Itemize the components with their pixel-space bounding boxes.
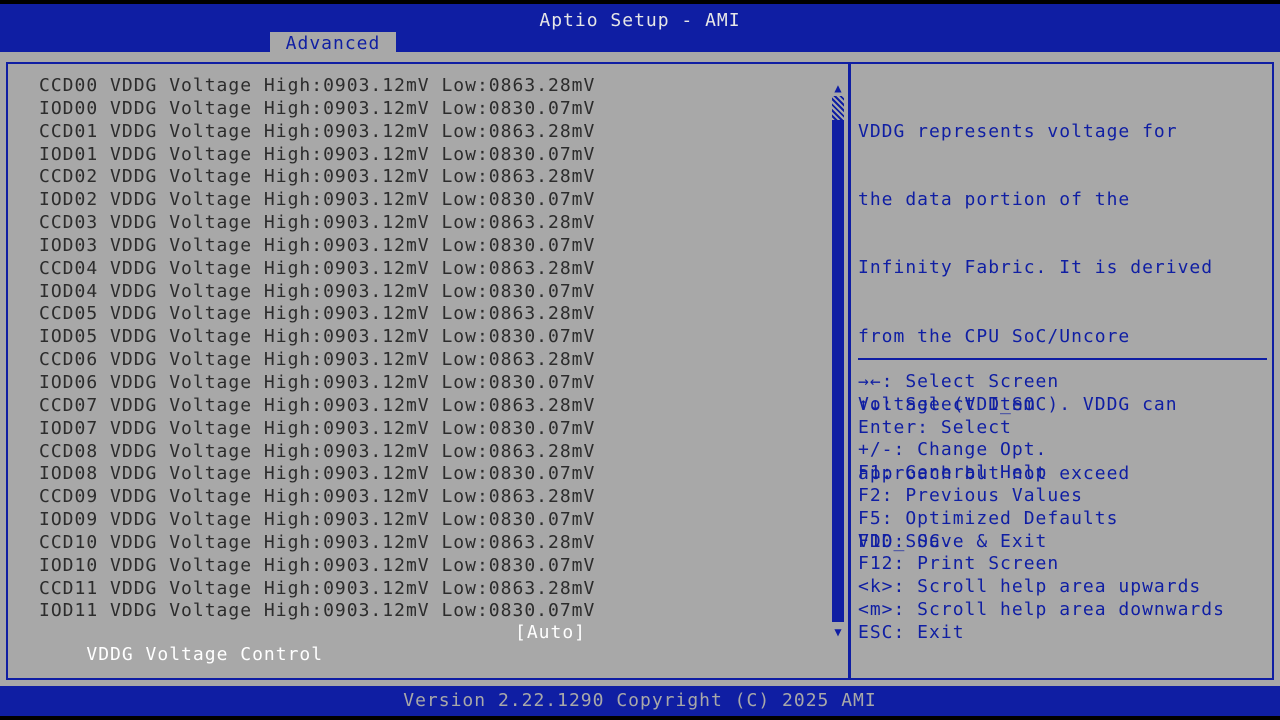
key-change-opt: +/-: Change Opt. [858,439,1048,461]
scrollbar-thumb[interactable] [832,96,844,120]
list-item: CCD09 VDDG Voltage High:0903.12mV Low:08… [39,486,596,508]
list-item: CCD08 VDDG Voltage High:0903.12mV Low:08… [39,440,596,462]
list-item: CCD11 VDDG Voltage High:0903.12mV Low:08… [39,577,596,599]
list-item: IOD03 VDDG Voltage High:0903.12mV Low:08… [39,234,596,256]
help-separator [858,358,1267,360]
list-item: CCD05 VDDG Voltage High:0903.12mV Low:08… [39,303,596,325]
version-text: Version 2.22.1290 Copyright (C) 2025 AMI [403,690,877,711]
help-line: from the CPU SoC/Uncore [858,325,1131,347]
scrollbar-track[interactable] [832,96,844,622]
key-esc-exit: ESC: Exit [858,621,965,643]
list-item: IOD10 VDDG Voltage High:0903.12mV Low:08… [39,554,596,576]
list-item: IOD04 VDDG Voltage High:0903.12mV Low:08… [39,280,596,302]
key-select-item: ↑↓: Select Item [858,393,1036,415]
list-item: IOD06 VDDG Voltage High:0903.12mV Low:08… [39,371,596,393]
app-title: Aptio Setup - AMI [539,10,741,31]
help-line: Infinity Fabric. It is derived [858,257,1214,279]
key-general-help: F1: General Help [858,462,1048,484]
vddg-voltage-control-value[interactable]: [Auto] [515,622,586,644]
vddg-voltage-control[interactable]: VDDG Voltage Control [Auto] [39,622,599,665]
list-item: IOD09 VDDG Voltage High:0903.12mV Low:08… [39,509,596,531]
main-panel: CCD00 VDDG Voltage High:0903.12mV Low:08… [0,52,1280,686]
list-item: CCD03 VDDG Voltage High:0903.12mV Low:08… [39,212,596,234]
help-line: VDDG represents voltage for [858,120,1178,142]
list-item: IOD11 VDDG Voltage High:0903.12mV Low:08… [39,600,596,622]
list-item: CCD06 VDDG Voltage High:0903.12mV Low:08… [39,349,596,371]
list-item: CCD10 VDDG Voltage High:0903.12mV Low:08… [39,531,596,553]
footer-bar: Version 2.22.1290 Copyright (C) 2025 AMI [0,686,1280,720]
list-item: IOD08 VDDG Voltage High:0903.12mV Low:08… [39,463,596,485]
list-item: IOD01 VDDG Voltage High:0903.12mV Low:08… [39,143,596,165]
list-item: IOD07 VDDG Voltage High:0903.12mV Low:08… [39,417,596,439]
panel-divider [848,62,851,680]
key-print-screen: F12: Print Screen [858,553,1060,575]
key-optimized-defaults: F5: Optimized Defaults [858,507,1119,529]
list-item: CCD00 VDDG Voltage High:0903.12mV Low:08… [39,75,596,96]
list-item: CCD02 VDDG Voltage High:0903.12mV Low:08… [39,166,596,188]
key-scroll-down: <m>: Scroll help area downwards [858,598,1225,620]
header-bar: Aptio Setup - AMI Advanced [0,0,1280,56]
scroll-up-arrow-icon[interactable]: ▲ [831,80,845,96]
vddg-voltage-control-label: VDDG Voltage Control [86,644,324,665]
key-save-exit: F10: Save & Exit [858,530,1048,552]
list-item: IOD05 VDDG Voltage High:0903.12mV Low:08… [39,326,596,348]
help-line: the data portion of the [858,188,1131,210]
list-item: CCD04 VDDG Voltage High:0903.12mV Low:08… [39,257,596,279]
list-item: CCD07 VDDG Voltage High:0903.12mV Low:08… [39,394,596,416]
key-previous-values: F2: Previous Values [858,484,1083,506]
key-select-screen: →←: Select Screen [858,371,1060,392]
voltage-list: CCD00 VDDG Voltage High:0903.12mV Low:08… [39,75,595,623]
key-enter-select: Enter: Select [858,416,1012,438]
list-item: CCD01 VDDG Voltage High:0903.12mV Low:08… [39,120,596,142]
scroll-down-arrow-icon[interactable]: ▼ [831,624,845,640]
key-scroll-up: <k>: Scroll help area upwards [858,576,1202,598]
list-item: IOD02 VDDG Voltage High:0903.12mV Low:08… [39,189,596,211]
key-legend: →←: Select Screen ↑↓: Select Item Enter:… [858,371,1225,645]
list-item: IOD00 VDDG Voltage High:0903.12mV Low:08… [39,97,596,119]
